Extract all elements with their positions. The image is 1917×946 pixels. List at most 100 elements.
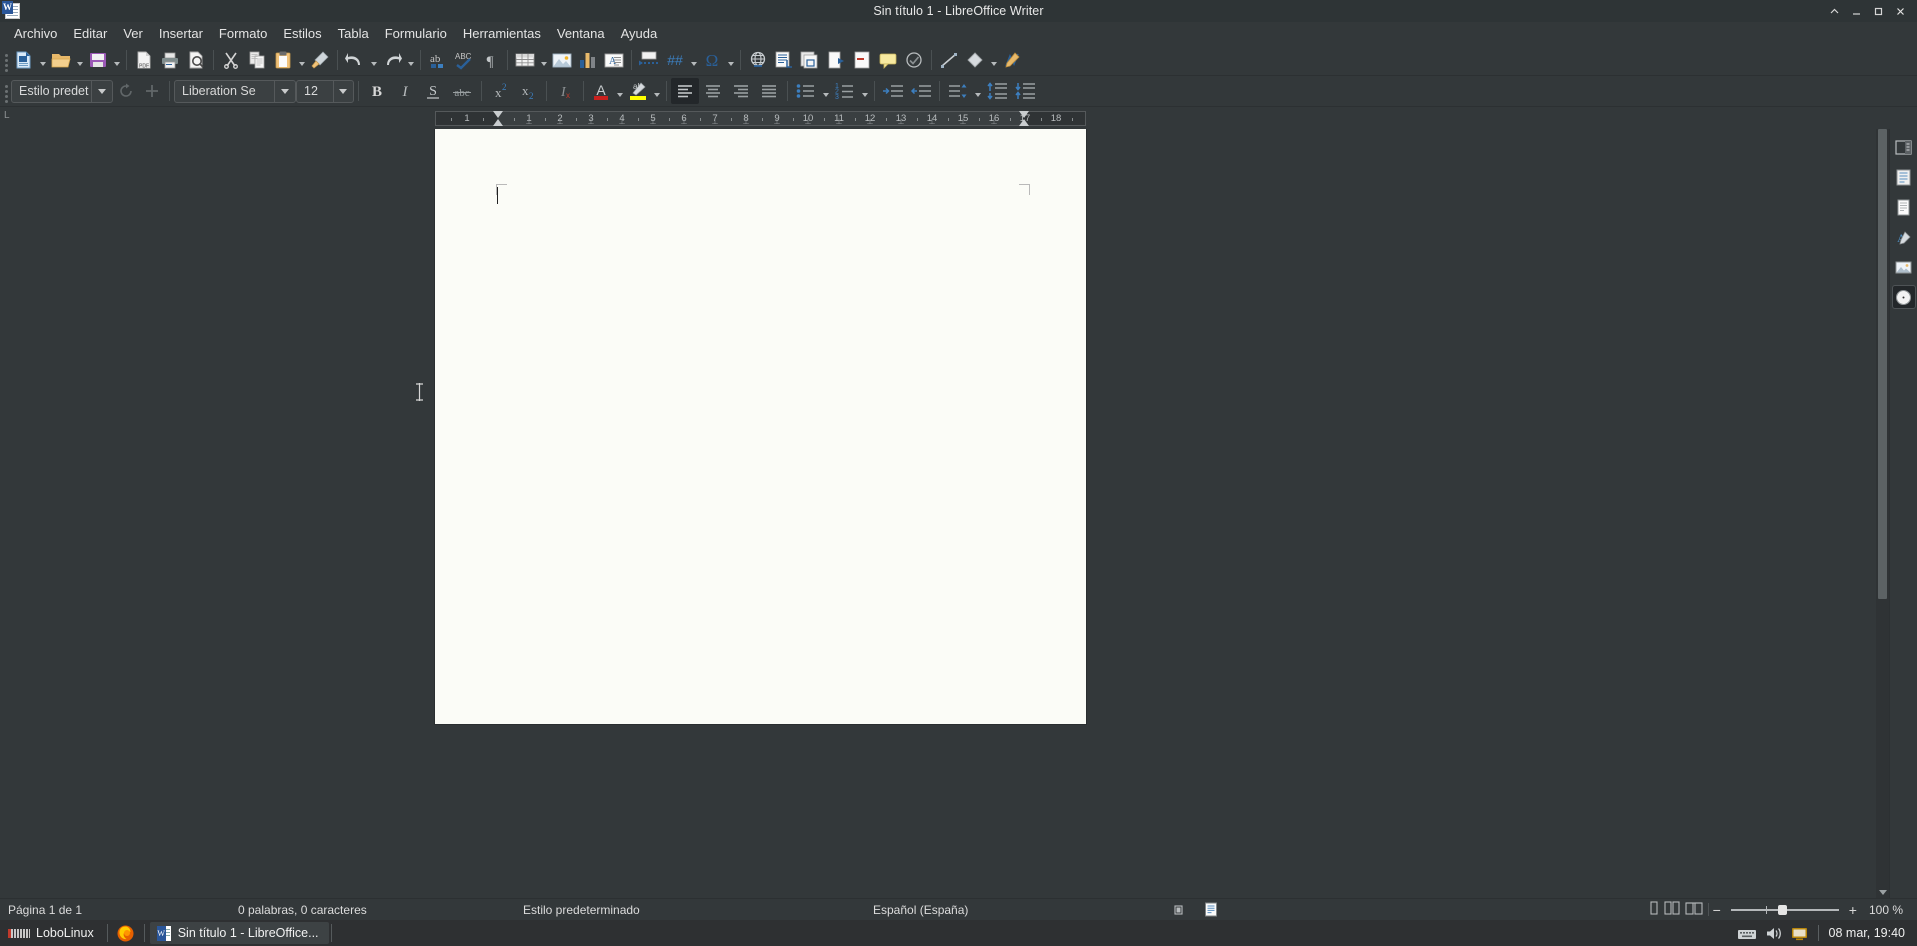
paragraph-spacing-above-button[interactable] — [983, 78, 1011, 104]
chevron-down-icon[interactable] — [37, 47, 48, 73]
chevron-down-icon[interactable] — [972, 78, 983, 104]
pdf-icon[interactable]: PDF — [131, 47, 157, 73]
print-preview-icon[interactable] — [183, 47, 209, 73]
sidebar-item-properties[interactable] — [1892, 165, 1916, 189]
selection-mode-icon[interactable] — [1165, 899, 1196, 921]
abc-check-icon[interactable]: ABC — [451, 47, 477, 73]
line-spacing-button[interactable] — [944, 78, 972, 104]
tab-stop-marker[interactable]: ⊥ — [650, 118, 657, 126]
align-center-button[interactable] — [699, 78, 727, 104]
table-icon[interactable] — [512, 47, 538, 73]
firefox-icon[interactable] — [113, 922, 139, 944]
underline-button[interactable]: S — [419, 78, 447, 104]
tab-stop-marker[interactable]: ⊥ — [712, 118, 719, 126]
page-style[interactable]: Estilo predeterminado — [515, 899, 865, 921]
tab-stop-marker[interactable]: ⊥ — [557, 118, 564, 126]
menu-item-herramientas[interactable]: Herramientas — [455, 23, 549, 45]
chevron-down-icon[interactable] — [820, 78, 831, 104]
scroll-down-icon[interactable] — [1876, 886, 1889, 898]
zoom-slider[interactable] — [1730, 904, 1839, 916]
toolbar-grip[interactable] — [2, 48, 11, 72]
image-icon[interactable] — [549, 47, 575, 73]
italic-button[interactable]: I — [391, 78, 419, 104]
horizontal-ruler[interactable]: 1 1 2 3 4 5 6 7 8 9 10 11 12 13 14 15 16… — [435, 111, 1086, 126]
right-indent-marker[interactable] — [1019, 119, 1029, 126]
sidebar-item-styles[interactable]: A — [1892, 225, 1916, 249]
hash-field-icon[interactable]: ## — [662, 47, 688, 73]
menu-item-archivo[interactable]: Archivo — [6, 23, 65, 45]
document-modified-icon[interactable] — [1196, 899, 1226, 921]
line-icon[interactable] — [936, 47, 962, 73]
chevron-down-icon[interactable] — [332, 80, 353, 102]
unordered-list-button[interactable] — [792, 78, 820, 104]
font-size-combobox[interactable]: 12 — [296, 79, 354, 103]
pilcrow-icon[interactable]: ¶ — [477, 47, 503, 73]
menu-item-tabla[interactable]: Tabla — [330, 23, 377, 45]
taskbar-item-libreoffice-writer[interactable]: W Sin título 1 - LibreOffice... — [149, 922, 329, 944]
printer-icon[interactable] — [157, 47, 183, 73]
vertical-scrollbar[interactable] — [1876, 129, 1889, 898]
sidebar-item-page[interactable] — [1892, 195, 1916, 219]
tab-stop-marker[interactable]: ⊥ — [805, 118, 812, 126]
decrease-indent-button[interactable] — [907, 78, 935, 104]
bold-button[interactable]: B — [363, 78, 391, 104]
tab-stop-selector[interactable]: L — [4, 111, 10, 121]
open-folder-icon[interactable] — [48, 47, 74, 73]
chevron-down-icon[interactable] — [859, 78, 870, 104]
chevron-down-icon[interactable] — [274, 80, 295, 102]
font-color-button[interactable]: A — [588, 78, 614, 104]
paragraph-spacing-below-button[interactable] — [1011, 78, 1039, 104]
zoom-level[interactable]: 100 % — [1861, 899, 1917, 921]
menu-item-editar[interactable]: Editar — [65, 23, 115, 45]
chevron-down-icon[interactable] — [296, 47, 307, 73]
ordered-list-button[interactable]: 123 — [831, 78, 859, 104]
align-right-button[interactable] — [727, 78, 755, 104]
tab-stop-marker[interactable]: ⊥ — [991, 118, 998, 126]
tab-stop-marker[interactable]: ⊥ — [867, 118, 874, 126]
font-size-value[interactable]: 12 — [297, 81, 333, 102]
menu-item-ayuda[interactable]: Ayuda — [613, 23, 666, 45]
copy-icon[interactable] — [244, 47, 270, 73]
sidebar-item-navigator[interactable] — [1891, 285, 1916, 309]
menu-item-formato[interactable]: Formato — [211, 23, 275, 45]
chevron-down-icon[interactable] — [538, 47, 549, 73]
right-indent-marker-top[interactable] — [1019, 111, 1029, 118]
zoom-slider-knob[interactable] — [1777, 904, 1787, 915]
redo-arrow-icon[interactable] — [379, 47, 405, 73]
menu-item-ventana[interactable]: Ventana — [549, 23, 613, 45]
bookmark-icon[interactable] — [823, 47, 849, 73]
zoom-in-button[interactable]: + — [1845, 899, 1861, 921]
new-doc-icon[interactable] — [11, 47, 37, 73]
keyboard-icon[interactable] — [1737, 926, 1757, 941]
page-break-icon[interactable] — [636, 47, 662, 73]
document-page[interactable] — [435, 129, 1086, 724]
word-count[interactable]: 0 palabras, 0 caracteres — [230, 899, 515, 921]
strikethrough-button[interactable]: abc — [447, 78, 477, 104]
first-line-indent-marker[interactable] — [493, 111, 503, 118]
chevron-down-icon[interactable] — [405, 47, 416, 73]
tab-stop-marker[interactable]: ⊥ — [681, 118, 688, 126]
justify-button[interactable] — [755, 78, 783, 104]
menu-item-estilos[interactable]: Estilos — [275, 23, 329, 45]
clear-formatting-button[interactable]: Ix — [551, 78, 579, 104]
update-style-icon[interactable] — [113, 78, 139, 104]
chart-icon[interactable] — [575, 47, 601, 73]
tab-stop-marker[interactable]: ⊥ — [929, 118, 936, 126]
paintbrush-icon[interactable] — [307, 47, 333, 73]
chevron-down-icon[interactable] — [651, 78, 662, 104]
comment-icon[interactable] — [875, 47, 901, 73]
subscript-button[interactable]: x2 — [514, 78, 542, 104]
volume-icon[interactable] — [1765, 926, 1783, 941]
toolbar-grip[interactable] — [2, 79, 11, 103]
track-changes-icon[interactable] — [901, 47, 927, 73]
tab-stop-marker[interactable]: ⊥ — [774, 118, 781, 126]
save-floppy-icon[interactable] — [85, 47, 111, 73]
tab-stop-marker[interactable]: ⊥ — [898, 118, 905, 126]
new-style-icon[interactable] — [139, 78, 165, 104]
chevron-down-icon[interactable] — [74, 47, 85, 73]
globe-icon[interactable] — [745, 47, 771, 73]
chevron-down-icon[interactable] — [368, 47, 379, 73]
left-indent-marker[interactable] — [493, 119, 503, 126]
taskbar-clock[interactable]: 08 mar, 19:40 — [1829, 926, 1905, 940]
document-canvas[interactable] — [0, 129, 1876, 898]
